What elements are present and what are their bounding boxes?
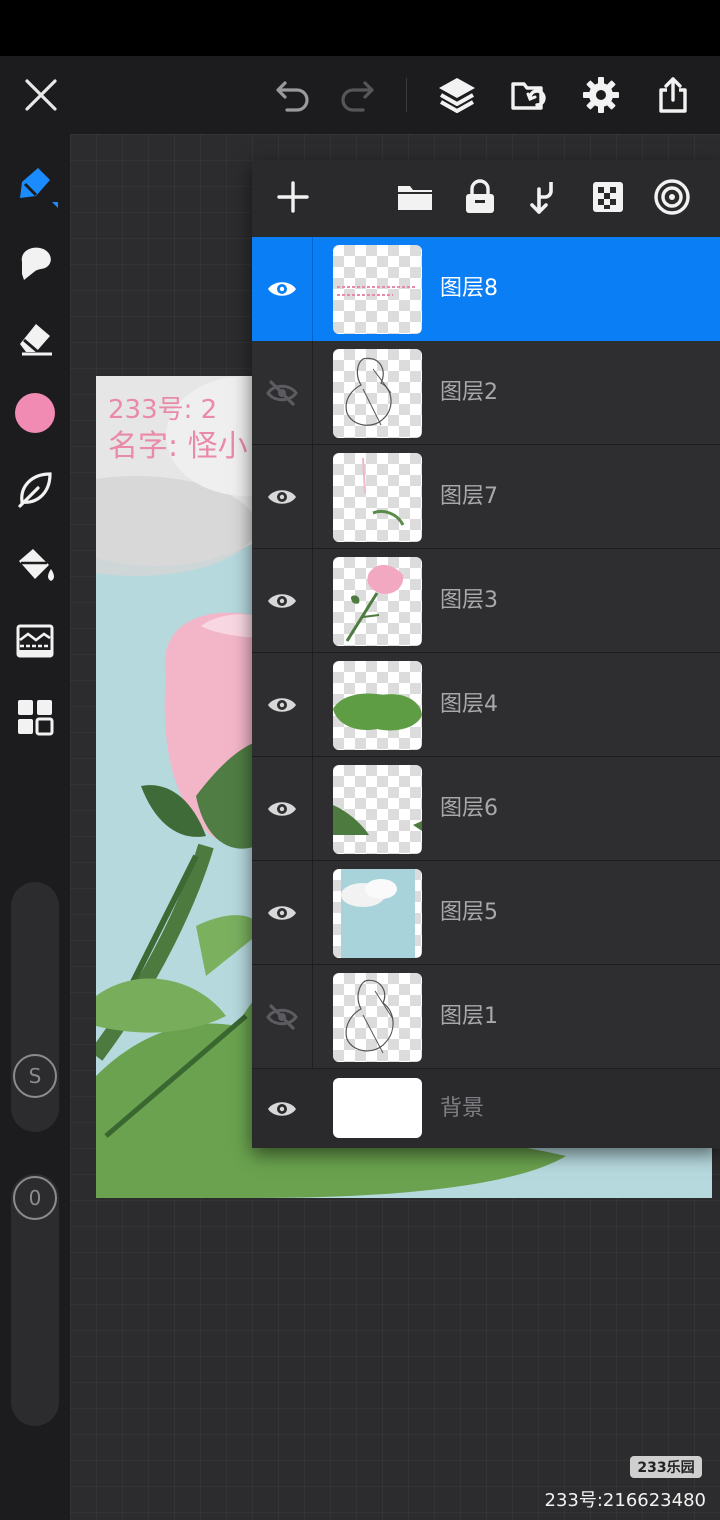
layer-name: 图层6 bbox=[440, 796, 498, 821]
lock-icon[interactable] bbox=[457, 174, 503, 220]
eye-hidden-icon[interactable] bbox=[252, 341, 312, 445]
brush-opacity-label: 0 bbox=[28, 1186, 42, 1210]
layer-row-layer4[interactable]: 图层4 bbox=[252, 653, 720, 757]
layer-thumbnail bbox=[333, 1078, 422, 1138]
eye-icon[interactable] bbox=[252, 549, 312, 653]
folder-icon[interactable] bbox=[392, 174, 438, 220]
row-divider bbox=[312, 653, 313, 757]
layers-panel-toolbar bbox=[252, 160, 720, 236]
current-color-circle bbox=[15, 393, 55, 433]
layer-name: 图层4 bbox=[440, 692, 498, 717]
layer-thumbnail bbox=[333, 453, 422, 542]
layer-name: 图层3 bbox=[440, 588, 498, 613]
eye-icon[interactable] bbox=[252, 757, 312, 861]
brush-opacity-knob[interactable]: 0 bbox=[13, 1176, 57, 1220]
layer-thumbnail bbox=[333, 557, 422, 646]
undo-icon[interactable] bbox=[270, 72, 316, 118]
brush-size-label: S bbox=[28, 1064, 42, 1088]
layer-row-layer6[interactable]: 图层6 bbox=[252, 757, 720, 861]
layer-name: 图层7 bbox=[440, 484, 498, 509]
status-bar bbox=[0, 0, 720, 56]
layer-name: 图层1 bbox=[440, 1004, 498, 1029]
layers-panel: 图层8 图层2 图层7 图层3 图层4 图层6 图层5 图层1 背景 bbox=[252, 160, 720, 1148]
brush-size-slider[interactable]: S bbox=[11, 882, 59, 1132]
layer-thumbnail bbox=[333, 869, 422, 958]
layer-row-layer1[interactable]: 图层1 bbox=[252, 965, 720, 1069]
row-divider bbox=[312, 861, 313, 965]
eye-icon[interactable] bbox=[252, 653, 312, 757]
fill-bucket-icon[interactable] bbox=[10, 540, 60, 590]
eye-icon[interactable] bbox=[252, 861, 312, 965]
eraser-icon[interactable] bbox=[10, 312, 60, 362]
row-divider bbox=[312, 965, 313, 1069]
watermark-text: 233号:216623480 bbox=[544, 1490, 707, 1511]
merge-down-icon[interactable] bbox=[521, 174, 567, 220]
add-layer-icon[interactable] bbox=[270, 174, 316, 220]
pencil-brush-icon[interactable] bbox=[10, 160, 60, 210]
eye-icon[interactable] bbox=[252, 1069, 312, 1148]
left-toolbar: S 0 bbox=[0, 134, 70, 1520]
layer-name: 图层2 bbox=[440, 380, 498, 405]
layer-thumbnail bbox=[333, 661, 422, 750]
topbar-divider bbox=[406, 78, 407, 112]
eye-icon[interactable] bbox=[252, 445, 312, 549]
blend-mode-icon[interactable] bbox=[649, 174, 695, 220]
row-divider bbox=[312, 237, 313, 341]
grid-apps-icon[interactable] bbox=[10, 692, 60, 742]
redo-icon[interactable] bbox=[334, 72, 380, 118]
share-icon[interactable] bbox=[650, 72, 696, 118]
layer-thumbnail bbox=[333, 765, 422, 854]
top-toolbar bbox=[0, 56, 720, 134]
layer-thumbnail bbox=[333, 349, 422, 438]
layer-thumbnail bbox=[333, 245, 422, 334]
layer-row-layer3[interactable]: 图层3 bbox=[252, 549, 720, 653]
eye-icon[interactable] bbox=[252, 237, 312, 341]
eye-hidden-icon[interactable] bbox=[252, 965, 312, 1069]
layer-name: 图层5 bbox=[440, 900, 498, 925]
handwriting-line-1: 233号: 2 bbox=[108, 395, 217, 425]
settings-icon[interactable] bbox=[578, 72, 624, 118]
layer-row-layer8[interactable]: 图层8 bbox=[252, 237, 720, 341]
handwriting-line-2: 名字: 怪小 bbox=[108, 429, 248, 464]
row-divider bbox=[312, 757, 313, 861]
layer-row-layer5[interactable]: 图层5 bbox=[252, 861, 720, 965]
row-divider bbox=[312, 445, 313, 549]
layer-thumbnail bbox=[333, 973, 422, 1062]
leaf-brush-icon[interactable] bbox=[10, 464, 60, 514]
layer-row-layer2[interactable]: 图层2 bbox=[252, 341, 720, 445]
brush-opacity-slider[interactable]: 0 bbox=[11, 1174, 59, 1426]
close-icon[interactable] bbox=[18, 72, 64, 118]
row-divider bbox=[312, 549, 313, 653]
color-swatch[interactable] bbox=[10, 388, 60, 438]
watermark-badge: 233乐园 bbox=[630, 1456, 702, 1478]
layer-row-background[interactable]: 背景 bbox=[252, 1069, 720, 1148]
layers-icon[interactable] bbox=[434, 72, 480, 118]
image-adjust-icon[interactable] bbox=[10, 616, 60, 666]
gallery-import-icon[interactable] bbox=[506, 72, 552, 118]
layer-name: 背景 bbox=[440, 1096, 485, 1121]
layer-name: 图层8 bbox=[440, 276, 498, 301]
smudge-icon[interactable] bbox=[10, 236, 60, 286]
brush-size-knob[interactable]: S bbox=[13, 1054, 57, 1098]
transparency-icon[interactable] bbox=[585, 174, 631, 220]
layer-row-layer7[interactable]: 图层7 bbox=[252, 445, 720, 549]
row-divider bbox=[312, 341, 313, 445]
